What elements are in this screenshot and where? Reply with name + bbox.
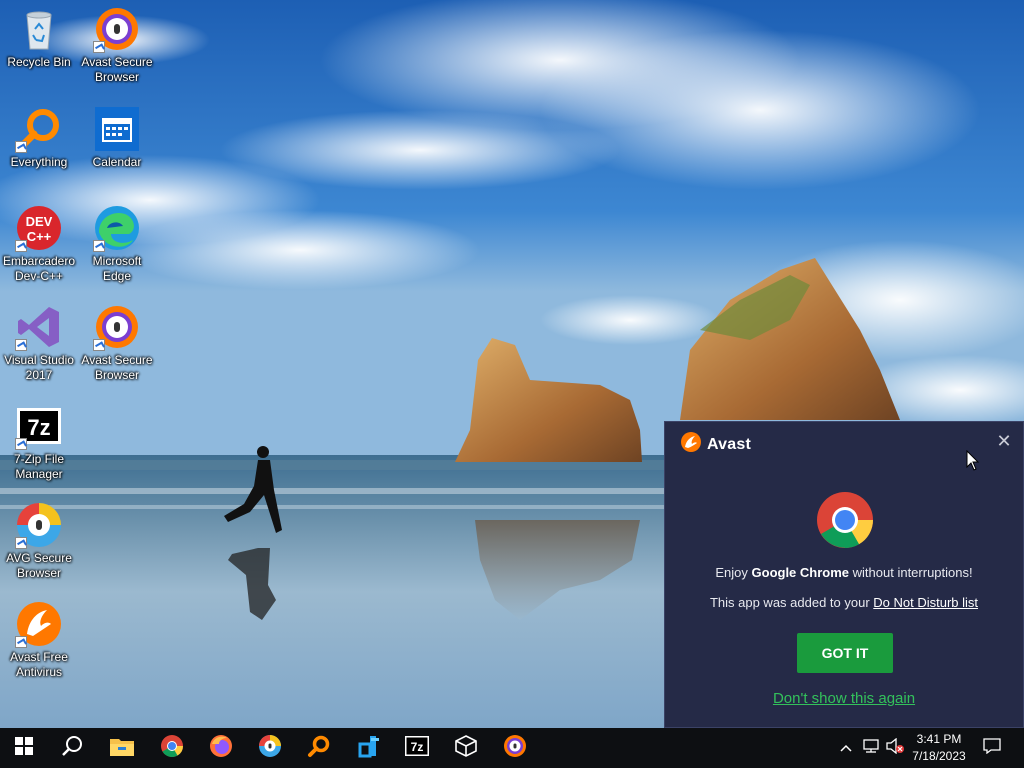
close-icon[interactable]: ✕	[995, 432, 1013, 450]
avg-secure-browser-icon	[258, 734, 282, 763]
avast-secure-browser-icon	[93, 5, 141, 53]
desktop-icon-label: 7-Zip File Manager	[13, 452, 64, 481]
desktop-icon-label: Recycle Bin	[7, 55, 71, 69]
popup-message-suffix: without interruptions!	[849, 565, 973, 580]
got-it-button[interactable]: GOT IT	[797, 633, 893, 673]
action-center-button[interactable]	[978, 728, 1006, 768]
shortcut-arrow-icon	[93, 240, 105, 252]
desktop-icon-label: Microsoft Edge	[92, 254, 142, 283]
popup-brand: Avast	[707, 435, 751, 453]
avast-secure-browser-icon	[93, 303, 141, 351]
popup-message-prefix: Enjoy	[715, 565, 752, 580]
desktop-icon-label: Avast Free Antivirus	[10, 650, 68, 679]
svg-text:7z: 7z	[411, 740, 424, 754]
popup-submessage: This app was added to your Do Not Distur…	[665, 595, 1023, 610]
taskbar-everything[interactable]	[295, 728, 343, 768]
popup-app-name: Google Chrome	[751, 565, 850, 580]
volume-muted-icon	[885, 737, 905, 759]
svg-text:7z: 7z	[27, 415, 50, 440]
desktop-icon-calendar[interactable]: Calendar	[78, 105, 156, 170]
taskbar: 7z 3:41 PM 7/18/2023	[0, 728, 1024, 768]
avast-secure-browser-icon	[503, 734, 527, 763]
taskbar-avg-browser[interactable]	[246, 728, 294, 768]
desktop-icon-visual-studio[interactable]: Visual Studio 2017	[0, 303, 78, 383]
desktop-icon-label: Avast Secure Browser	[81, 55, 153, 84]
taskbar-search-button[interactable]	[48, 728, 96, 768]
taskbar-3d-viewer[interactable]	[442, 728, 490, 768]
desktop-icon-label: Everything	[10, 155, 68, 169]
desktop-icon-label: AVG Secure Browser	[6, 551, 72, 580]
edge-icon	[93, 204, 141, 252]
firefox-icon	[209, 734, 233, 763]
shortcut-arrow-icon	[15, 141, 27, 153]
desktop-icon-avast-antivirus[interactable]: Avast Free Antivirus	[0, 600, 78, 680]
popup-submessage-prefix: This app was added to your	[709, 595, 874, 610]
shortcut-arrow-icon	[93, 41, 105, 53]
desktop-icon-everything[interactable]: Everything	[0, 105, 78, 170]
recycle-bin-icon	[15, 5, 63, 53]
taskbar-avast-browser[interactable]	[491, 728, 539, 768]
shortcut-arrow-icon	[15, 438, 27, 450]
desktop-icon-7zip[interactable]: 7z 7-Zip File Manager	[0, 402, 78, 482]
do-not-disturb-link[interactable]: Do Not Disturb list	[873, 595, 978, 610]
chevron-up-icon	[840, 739, 852, 757]
devtool-icon	[356, 734, 380, 763]
avast-antivirus-icon	[15, 600, 63, 648]
mouse-cursor-icon	[966, 449, 980, 477]
clock-date: 7/18/2023	[912, 749, 966, 763]
desktop-icon-label: Calendar	[92, 155, 142, 169]
taskbar-dev-tool[interactable]	[344, 728, 392, 768]
file-explorer-icon	[110, 736, 134, 761]
notification-icon	[983, 737, 1001, 759]
start-button[interactable]	[0, 728, 48, 768]
shortcut-arrow-icon	[15, 240, 27, 252]
desktop-icon-label: Visual Studio 2017	[4, 353, 74, 382]
desktop-icon-avast-secure-browser[interactable]: Avast Secure Browser	[78, 5, 156, 85]
7zip-icon: 7z	[15, 402, 63, 450]
avast-logo-icon	[681, 432, 701, 457]
tray-network[interactable]	[860, 728, 882, 768]
visual-studio-icon	[15, 303, 63, 351]
everything-search-icon	[307, 734, 331, 763]
everything-search-icon	[15, 105, 63, 153]
popup-message: Enjoy Google Chrome without interruption…	[665, 565, 1023, 580]
shortcut-arrow-icon	[15, 339, 27, 351]
chrome-icon	[160, 734, 184, 763]
dont-show-again-link[interactable]: Don't show this again	[665, 690, 1023, 707]
taskbar-clock[interactable]: 3:41 PM 7/18/2023	[904, 731, 974, 765]
desktop-icon-recycle-bin[interactable]: Recycle Bin	[0, 5, 78, 70]
taskbar-chrome[interactable]	[148, 728, 196, 768]
taskbar-file-explorer[interactable]	[98, 728, 146, 768]
taskbar-firefox[interactable]	[197, 728, 245, 768]
desktop-icon-devcpp[interactable]: DEV C++ Embarcadero Dev-C++	[0, 204, 78, 284]
shortcut-arrow-icon	[93, 339, 105, 351]
popup-header: Avast	[681, 432, 751, 457]
desktop-icon-avg-secure-browser[interactable]: AVG Secure Browser	[0, 501, 78, 581]
desktop-icon-edge[interactable]: Microsoft Edge	[78, 204, 156, 284]
3d-box-icon	[454, 734, 478, 763]
tray-volume[interactable]	[884, 728, 906, 768]
shortcut-arrow-icon	[15, 537, 27, 549]
taskbar-7zip[interactable]: 7z	[393, 728, 441, 768]
7zip-icon: 7z	[405, 735, 429, 761]
devcpp-icon: DEV C++	[15, 204, 63, 252]
tray-overflow-chevron[interactable]	[836, 728, 856, 768]
desktop-icon-label: Avast Secure Browser	[81, 353, 153, 382]
search-icon	[61, 735, 83, 762]
desktop-icon-label: Embarcadero Dev-C++	[2, 254, 76, 283]
network-icon	[862, 738, 880, 759]
chrome-logo-icon	[816, 491, 874, 554]
shortcut-arrow-icon	[15, 636, 27, 648]
desktop-icon-avast-secure-browser-2[interactable]: Avast Secure Browser	[78, 303, 156, 383]
svg-text:DEV: DEV	[26, 214, 53, 229]
avg-secure-browser-icon	[15, 501, 63, 549]
svg-text:C++: C++	[27, 229, 52, 244]
start-icon	[15, 736, 33, 760]
calendar-icon	[93, 105, 141, 153]
clock-time: 3:41 PM	[916, 732, 962, 746]
